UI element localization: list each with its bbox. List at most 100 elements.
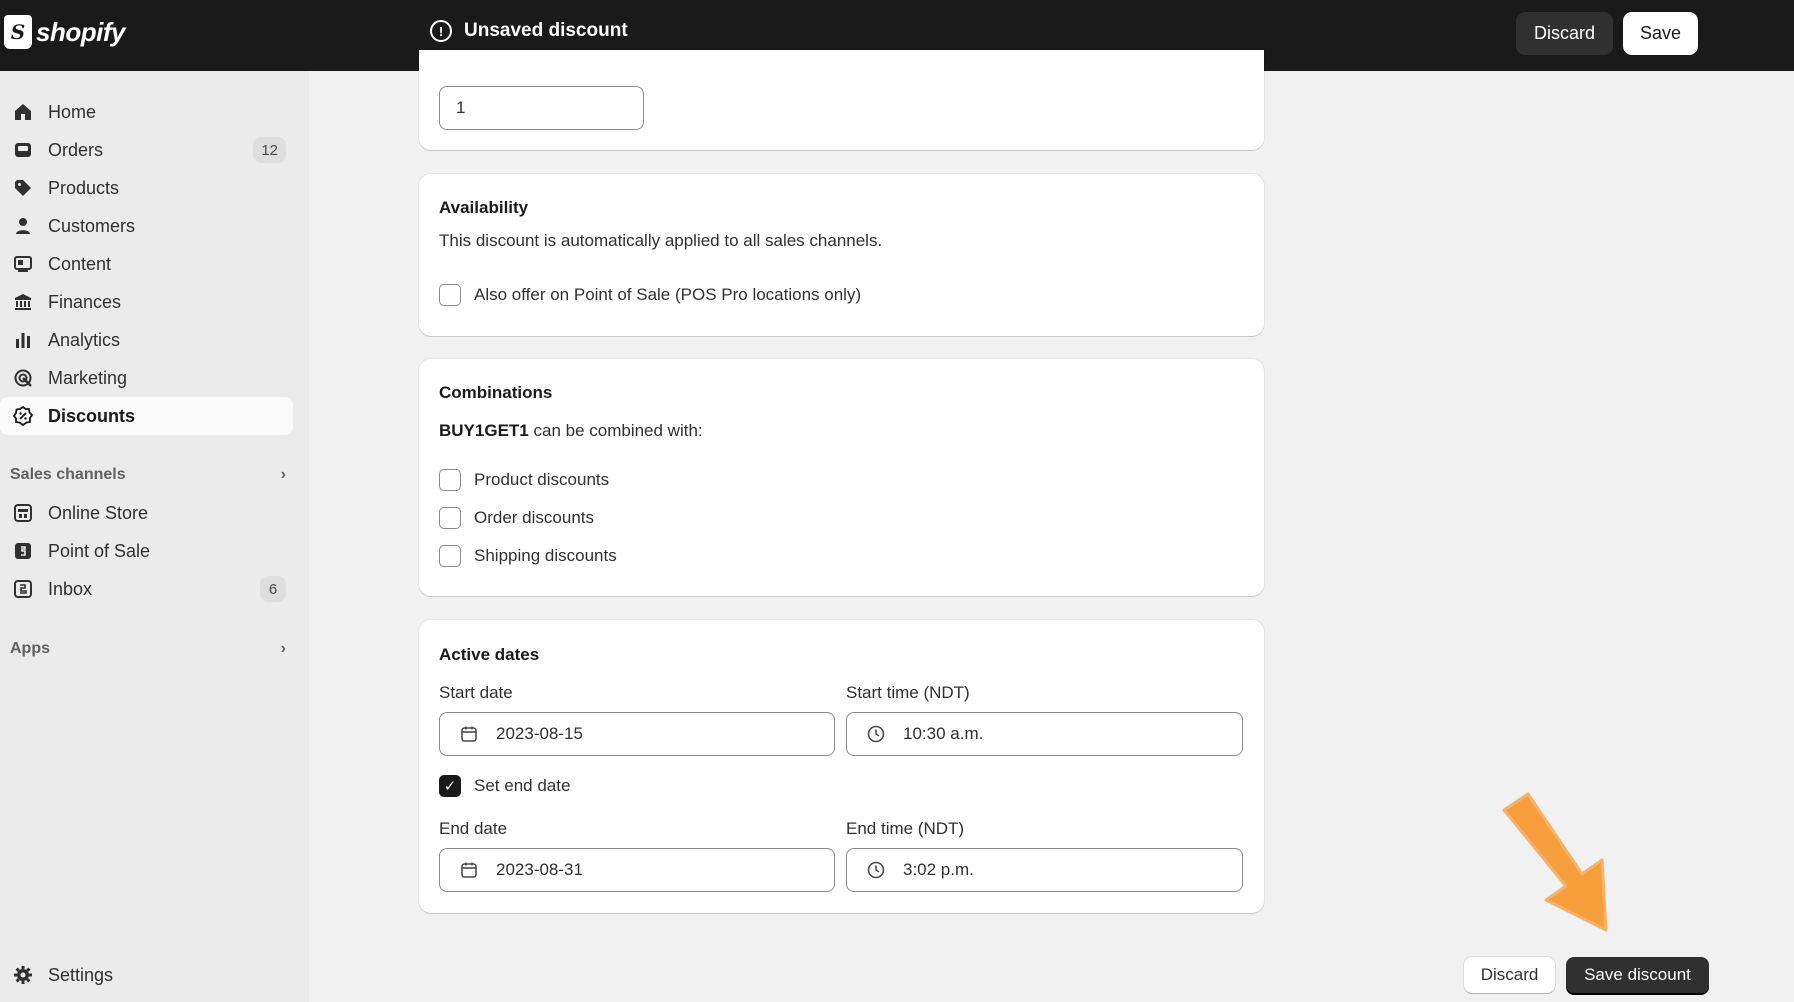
sidebar-item-marketing[interactable]: Marketing xyxy=(0,359,293,397)
shipping-discounts-label: Shipping discounts xyxy=(474,546,617,565)
bar-chart-icon xyxy=(13,330,33,350)
end-date-value: 2023-08-31 xyxy=(496,860,583,879)
unsaved-status: ! Unsaved discount xyxy=(430,20,628,42)
set-end-date-row[interactable]: ✓ Set end date xyxy=(439,775,570,797)
shopify-logo[interactable]: S shopify xyxy=(4,15,125,49)
sales-channels-label: Sales channels xyxy=(10,466,126,483)
apps-header[interactable]: Apps › xyxy=(10,640,293,658)
sidebar: Home Orders 12 Products Customers Conten… xyxy=(0,71,309,1002)
discount-icon xyxy=(13,406,33,426)
product-discounts-label: Product discounts xyxy=(474,470,610,489)
availability-title: Availability xyxy=(439,198,529,217)
combinations-description: BUY1GET1 can be combined with: xyxy=(439,421,703,441)
logo-text: shopify xyxy=(36,16,125,47)
save-discount-button[interactable]: Save discount xyxy=(1566,957,1709,993)
shopify-bag-icon: S xyxy=(4,15,32,49)
alert-circle-icon: ! xyxy=(430,20,452,42)
tag-icon xyxy=(13,178,33,198)
sidebar-item-label: Home xyxy=(48,101,97,122)
sidebar-item-label: Analytics xyxy=(48,329,121,350)
top-discard-button[interactable]: Discard xyxy=(1516,12,1613,55)
sidebar-item-label: Discounts xyxy=(48,405,136,426)
discount-code: BUY1GET1 xyxy=(439,421,529,440)
sidebar-item-point-of-sale[interactable]: Point of Sale xyxy=(0,532,293,570)
inbox-icon xyxy=(13,579,33,599)
sidebar-item-online-store[interactable]: Online Store xyxy=(0,494,293,532)
availability-card: Availability This discount is automatica… xyxy=(419,174,1264,336)
sidebar-item-inbox[interactable]: Inbox 6 xyxy=(0,570,293,608)
start-date-value: 2023-08-15 xyxy=(496,724,583,743)
sidebar-item-orders[interactable]: Orders 12 xyxy=(0,131,293,169)
orders-count-badge: 12 xyxy=(253,137,286,163)
orange-arrow-annotation xyxy=(1502,792,1608,932)
sidebar-item-settings[interactable]: Settings xyxy=(0,956,293,994)
end-time-value: 3:02 p.m. xyxy=(903,860,974,879)
sidebar-item-products[interactable]: Products xyxy=(0,169,293,207)
sidebar-item-label: Content xyxy=(48,253,112,274)
sidebar-item-label: Finances xyxy=(48,291,122,312)
start-time-input[interactable]: 10:30 a.m. xyxy=(846,712,1243,756)
pos-icon xyxy=(13,541,33,561)
store-icon xyxy=(13,503,33,523)
content-icon xyxy=(13,254,33,274)
shipping-discounts-checkbox[interactable] xyxy=(439,545,461,567)
sidebar-item-label: Settings xyxy=(48,964,114,985)
quantity-card: 1 xyxy=(419,50,1264,150)
product-discounts-checkbox[interactable] xyxy=(439,469,461,491)
clock-icon xyxy=(865,725,887,743)
sidebar-item-label: Inbox xyxy=(48,578,93,599)
clock-icon xyxy=(865,861,887,879)
sidebar-item-analytics[interactable]: Analytics xyxy=(0,321,293,359)
set-end-date-label: Set end date xyxy=(474,776,571,795)
set-end-date-checkbox[interactable]: ✓ xyxy=(439,775,461,797)
apps-label: Apps xyxy=(10,640,50,657)
sidebar-item-finances[interactable]: Finances xyxy=(0,283,293,321)
end-time-label: End time (NDT) xyxy=(846,819,965,838)
pos-checkbox[interactable] xyxy=(439,284,461,306)
pos-checkbox-label: Also offer on Point of Sale (POS Pro loc… xyxy=(474,285,862,304)
end-date-label: End date xyxy=(439,819,508,838)
calendar-icon xyxy=(458,725,480,743)
top-save-button[interactable]: Save xyxy=(1623,12,1698,55)
target-icon xyxy=(13,368,33,388)
calendar-icon xyxy=(458,861,480,879)
order-discounts-label: Order discounts xyxy=(474,508,594,527)
chevron-right-icon: › xyxy=(280,466,286,483)
pos-checkbox-row[interactable]: Also offer on Point of Sale (POS Pro loc… xyxy=(439,284,861,306)
start-time-label: Start time (NDT) xyxy=(846,683,970,702)
product-discounts-row[interactable]: Product discounts xyxy=(439,469,609,491)
combinations-description-suffix: can be combined with: xyxy=(533,421,703,440)
inbox-count-badge: 6 xyxy=(260,576,286,602)
sidebar-item-label: Customers xyxy=(48,215,136,236)
sidebar-item-content[interactable]: Content xyxy=(0,245,293,283)
bank-icon xyxy=(13,292,33,312)
sidebar-item-label: Orders xyxy=(48,139,104,160)
sidebar-item-label: Marketing xyxy=(48,367,128,388)
order-discounts-row[interactable]: Order discounts xyxy=(439,507,594,529)
active-dates-title: Active dates xyxy=(439,645,540,664)
sidebar-item-label: Point of Sale xyxy=(48,540,151,561)
gear-icon xyxy=(13,965,33,985)
orders-icon xyxy=(13,140,33,160)
availability-description: This discount is automatically applied t… xyxy=(439,231,883,250)
shipping-discounts-row[interactable]: Shipping discounts xyxy=(439,545,617,567)
end-time-input[interactable]: 3:02 p.m. xyxy=(846,848,1243,892)
sales-channels-header[interactable]: Sales channels › xyxy=(10,466,293,484)
start-date-input[interactable]: 2023-08-15 xyxy=(439,712,835,756)
start-date-label: Start date xyxy=(439,683,513,702)
start-time-value: 10:30 a.m. xyxy=(903,724,984,743)
sidebar-item-home[interactable]: Home xyxy=(0,93,293,131)
unsaved-status-label: Unsaved discount xyxy=(464,20,628,41)
end-date-input[interactable]: 2023-08-31 xyxy=(439,848,835,892)
sidebar-item-customers[interactable]: Customers xyxy=(0,207,293,245)
person-icon xyxy=(13,216,33,236)
home-icon xyxy=(13,102,33,122)
order-discounts-checkbox[interactable] xyxy=(439,507,461,529)
discard-button[interactable]: Discard xyxy=(1464,957,1555,993)
quantity-input[interactable]: 1 xyxy=(439,86,644,130)
sidebar-item-label: Online Store xyxy=(48,502,149,523)
combinations-card: Combinations BUY1GET1 can be combined wi… xyxy=(419,359,1264,596)
combinations-title: Combinations xyxy=(439,383,553,402)
active-dates-card: Active dates Start date 2023-08-15 Start… xyxy=(419,620,1264,913)
sidebar-item-discounts[interactable]: Discounts xyxy=(0,397,293,435)
